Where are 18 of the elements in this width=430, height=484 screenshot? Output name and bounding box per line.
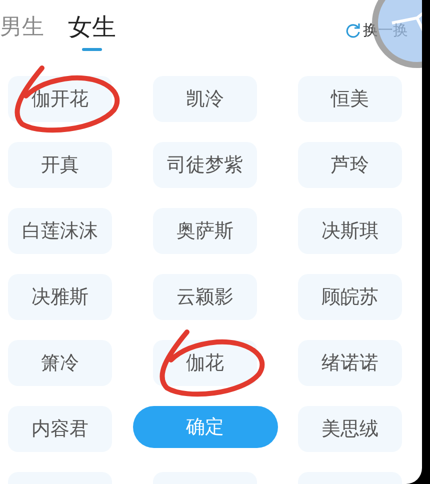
name-chip[interactable]: 奥萨斯 bbox=[153, 208, 257, 254]
refresh-icon bbox=[345, 22, 361, 38]
name-chip[interactable]: 芦玲 bbox=[298, 142, 402, 188]
name-chip[interactable]: 云颖影 bbox=[153, 274, 257, 320]
name-chip[interactable]: 司徒梦紫 bbox=[153, 142, 257, 188]
name-chip[interactable]: 箫冷 bbox=[8, 340, 112, 386]
tab[interactable]: 男生 bbox=[0, 12, 44, 48]
name-chip[interactable]: 凯泠 bbox=[153, 76, 257, 122]
name-chip[interactable]: 内容君 bbox=[8, 406, 112, 452]
name-chip[interactable]: 决雅斯 bbox=[8, 274, 112, 320]
tab[interactable]: 女生 bbox=[68, 11, 116, 49]
name-chip[interactable]: 白莲沫沫 bbox=[8, 208, 112, 254]
name-chip[interactable]: 美思绒 bbox=[298, 406, 402, 452]
name-chip[interactable]: 绪诺诺 bbox=[298, 340, 402, 386]
name-chip[interactable]: 恒美 bbox=[298, 76, 402, 122]
name-chip[interactable]: 决斯琪 bbox=[298, 208, 402, 254]
name-chip[interactable]: 顾皖苏 bbox=[298, 274, 402, 320]
name-chip[interactable]: 开真 bbox=[8, 142, 112, 188]
